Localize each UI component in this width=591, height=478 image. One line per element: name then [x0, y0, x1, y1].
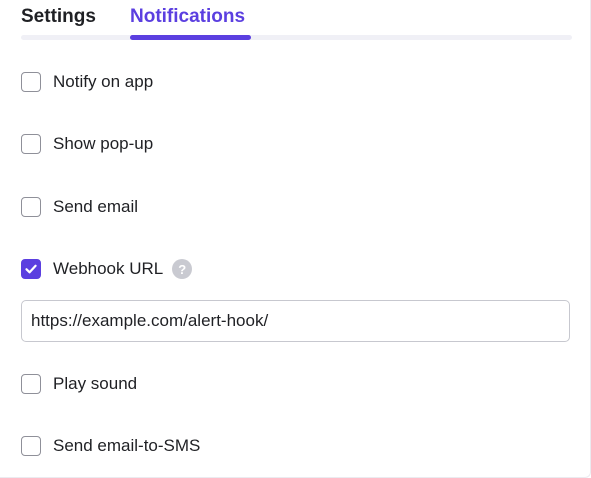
notify-on-app-label: Notify on app	[53, 72, 154, 91]
option-show-pop-up[interactable]: Show pop-up	[21, 132, 153, 156]
tab-notifications[interactable]: Notifications	[130, 6, 245, 28]
tab-track	[21, 35, 572, 40]
checkmark-icon	[25, 264, 37, 274]
notify-on-app-checkbox[interactable]	[21, 72, 41, 92]
option-send-email-to-sms[interactable]: Send email-to-SMS	[21, 434, 200, 458]
send-email-to-sms-checkbox[interactable]	[21, 436, 41, 456]
option-webhook-url[interactable]: Webhook URL ?	[21, 257, 193, 281]
tab-bar: Settings Notifications	[21, 0, 572, 42]
notifications-panel: Settings Notifications Notify on app Sho…	[0, 0, 591, 478]
play-sound-checkbox[interactable]	[21, 374, 41, 394]
question-circle-icon[interactable]: ?	[172, 259, 193, 279]
active-tab-indicator	[130, 35, 251, 40]
send-email-label: Send email	[53, 197, 139, 216]
webhook-url-input[interactable]	[21, 300, 570, 342]
play-sound-label: Play sound	[53, 374, 138, 393]
webhook-url-checkbox[interactable]	[21, 259, 41, 279]
option-notify-on-app[interactable]: Notify on app	[21, 70, 153, 94]
option-send-email[interactable]: Send email	[21, 195, 138, 219]
tab-settings[interactable]: Settings	[21, 6, 96, 28]
send-email-to-sms-label: Send email-to-SMS	[53, 436, 201, 455]
show-pop-up-checkbox[interactable]	[21, 134, 41, 154]
show-pop-up-label: Show pop-up	[53, 134, 154, 153]
option-play-sound[interactable]: Play sound	[21, 372, 137, 396]
send-email-checkbox[interactable]	[21, 197, 41, 217]
webhook-url-label: Webhook URL	[53, 259, 164, 278]
